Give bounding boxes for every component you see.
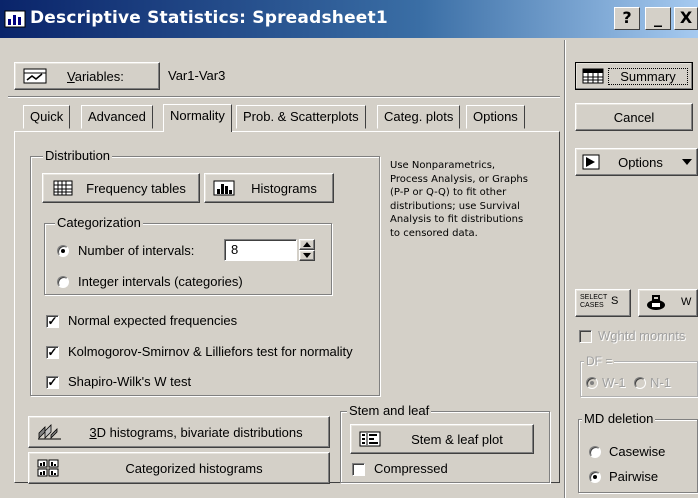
tab-options[interactable]: Options xyxy=(466,105,525,129)
select-cases-letter: S xyxy=(611,295,619,307)
histogram-icon xyxy=(213,180,235,196)
3d-histogram-icon xyxy=(38,424,61,440)
triangle-up-icon xyxy=(303,242,311,247)
select-cases-label: SELECT CASES xyxy=(580,294,608,309)
df-n1-radio[interactable] xyxy=(634,377,646,389)
note-line: Use Nonparametrics, xyxy=(390,160,496,171)
stem-leaf-plot-button[interactable]: Stem & leaf plot xyxy=(350,424,534,454)
shapiro-wilk-label: Shapiro-Wilk's W test xyxy=(68,374,192,389)
title-bar[interactable]: Descriptive Statistics: Spreadsheet1 ? _… xyxy=(0,0,698,38)
spin-up-button[interactable] xyxy=(299,239,315,250)
number-of-intervals-label: Number of intervals: xyxy=(78,243,195,258)
window-title: Descriptive Statistics: Spreadsheet1 xyxy=(30,8,388,28)
3d-histograms-label-rest: D histograms, bivariate distributions xyxy=(96,424,303,440)
weight-letter: W xyxy=(681,296,692,308)
integer-intervals-radio[interactable] xyxy=(57,276,69,288)
tab-normality[interactable]: Normality xyxy=(163,104,232,132)
weight-icon xyxy=(647,295,665,310)
frequency-tables-button[interactable]: Frequency tables xyxy=(42,173,200,203)
categorized-histograms-button[interactable]: Categorized histograms xyxy=(28,452,330,484)
number-of-intervals-input[interactable]: 8 xyxy=(224,239,297,261)
fit-distributions-note: Use Nonparametrics, Process Analysis, or… xyxy=(390,159,558,240)
minimize-button[interactable]: _ xyxy=(645,7,671,30)
options-label: Options xyxy=(618,154,663,170)
cancel-button[interactable]: Cancel xyxy=(575,103,693,131)
ks-lilliefors-label: Kolmogorov-Smirnov & Lilliefors test for… xyxy=(68,344,353,359)
number-of-intervals-value: 8 xyxy=(231,242,239,257)
normal-expected-label: Normal expected frequencies xyxy=(68,313,238,328)
summary-label: Summary xyxy=(608,67,688,85)
casewise-label: Casewise xyxy=(609,444,666,459)
note-line: (P-P or Q-Q) to fit other xyxy=(390,187,507,198)
note-line: distributions; use Survival xyxy=(390,200,520,212)
note-line: Analysis to fit distributions xyxy=(390,214,524,225)
help-button[interactable]: ? xyxy=(614,7,640,30)
frequency-tables-label: Frequency tables xyxy=(86,180,186,196)
casewise-radio[interactable] xyxy=(589,446,601,458)
note-line: to censored data. xyxy=(390,227,478,239)
weighted-moments-label: Wghtd momnts xyxy=(598,328,686,343)
summary-button[interactable]: Summary xyxy=(575,62,693,90)
options-arrow-icon xyxy=(582,154,600,170)
md-deletion-group-label: MD deletion xyxy=(582,411,656,426)
categorization-group-label: Categorization xyxy=(55,215,143,230)
options-button[interactable]: Options xyxy=(575,148,698,176)
number-of-intervals-radio[interactable] xyxy=(57,245,69,257)
3d-histograms-button[interactable]: 3D histograms, bivariate distributions xyxy=(28,416,330,448)
statistics-app-icon xyxy=(4,10,26,28)
pairwise-radio[interactable] xyxy=(589,471,601,483)
select-cases-button[interactable]: SELECT CASES S xyxy=(575,289,631,317)
histograms-button[interactable]: Histograms xyxy=(204,173,334,203)
variables-button[interactable]: Variables: xyxy=(14,62,160,90)
tab-categ-plots[interactable]: Categ. plots xyxy=(377,105,461,129)
categorized-histograms-icon xyxy=(37,459,59,477)
normal-expected-checkbox[interactable]: ✓ xyxy=(46,315,59,328)
tab-quick[interactable]: Quick xyxy=(23,105,71,129)
weighted-moments-checkbox[interactable] xyxy=(579,330,592,343)
variables-label-rest: ariables: xyxy=(74,68,124,84)
pairwise-label: Pairwise xyxy=(609,469,659,484)
distribution-group-label: Distribution xyxy=(43,148,113,163)
chevron-down-icon xyxy=(682,159,692,165)
categorized-histograms-label: Categorized histograms xyxy=(125,460,263,476)
df-w1-radio[interactable] xyxy=(586,377,598,389)
stem-leaf-plot-label: Stem & leaf plot xyxy=(411,431,503,447)
histograms-label: Histograms xyxy=(251,180,317,196)
note-line: Process Analysis, or Graphs xyxy=(390,173,528,185)
variables-button-label: Variables: xyxy=(67,68,124,84)
shapiro-wilk-checkbox[interactable]: ✓ xyxy=(46,376,59,389)
df-w1-label: W-1 xyxy=(602,375,626,390)
sidebar-separator xyxy=(564,40,566,498)
tab-prob-scatterplots[interactable]: Prob. & Scatterplots xyxy=(236,105,366,129)
3d-histograms-label: 3D histograms, bivariate distributions xyxy=(89,424,303,440)
variables-icon xyxy=(23,68,47,84)
df-n1-label: N-1 xyxy=(650,375,671,390)
stem-and-leaf-group-label: Stem and leaf xyxy=(347,403,432,418)
variables-value: Var1-Var3 xyxy=(168,68,226,83)
integer-intervals-label: Integer intervals (categories) xyxy=(78,274,243,289)
close-button[interactable]: X xyxy=(674,7,698,30)
summary-table-icon xyxy=(582,68,604,84)
divider xyxy=(8,96,560,98)
df-group-label: DF = xyxy=(584,354,615,368)
tab-advanced[interactable]: Advanced xyxy=(81,105,153,129)
compressed-label: Compressed xyxy=(374,461,448,476)
compressed-checkbox[interactable] xyxy=(352,463,365,476)
weight-button[interactable]: W xyxy=(638,289,698,317)
table-grid-icon xyxy=(53,180,73,196)
stem-leaf-icon xyxy=(359,431,381,447)
ks-lilliefors-checkbox[interactable]: ✓ xyxy=(46,346,59,359)
triangle-down-icon xyxy=(303,253,311,258)
spin-down-button[interactable] xyxy=(299,250,315,261)
cancel-label: Cancel xyxy=(613,109,655,125)
